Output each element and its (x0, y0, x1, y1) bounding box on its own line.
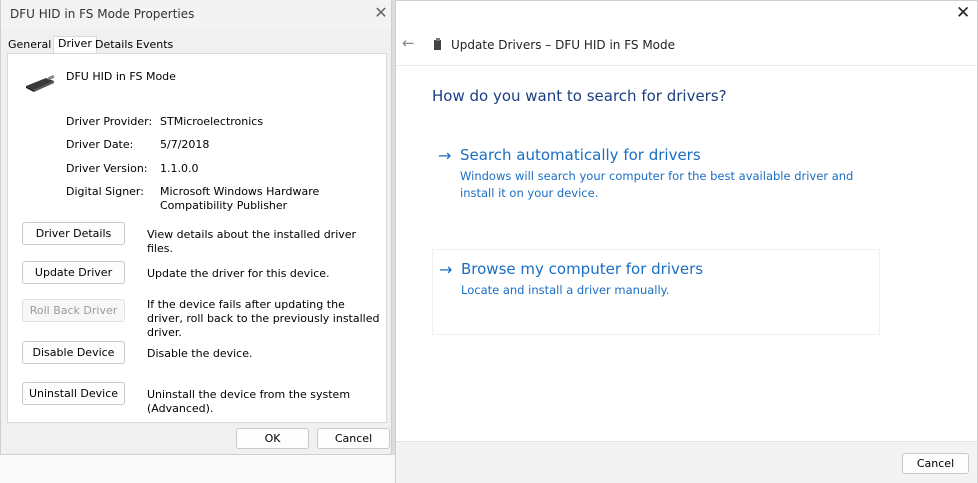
driver-details-desc: View details about the installed driver … (147, 228, 357, 255)
properties-dialog: DFU HID in FS Mode Properties ✕ General … (0, 0, 392, 455)
properties-title: DFU HID in FS Mode Properties (10, 7, 195, 21)
search-automatically-desc: Windows will search your computer for th… (460, 169, 854, 200)
ok-button[interactable]: OK (236, 428, 309, 449)
wizard-title: Update Drivers – DFU HID in FS Mode (451, 38, 676, 52)
roll-back-driver-button: Roll Back Driver (22, 299, 125, 322)
provider-label: Driver Provider: (66, 115, 153, 128)
usb-device-icon (26, 74, 55, 92)
back-arrow-icon[interactable]: ← (402, 34, 415, 52)
search-automatically-option[interactable]: → Search automatically for drivers Windo… (432, 146, 880, 216)
driver-tab-panel: DFU HID in FS Mode Driver Provider: STMi… (7, 53, 387, 423)
update-driver-button[interactable]: Update Driver (22, 261, 125, 284)
signer-value: Microsoft Windows Hardware Compatibility… (160, 185, 320, 212)
device-name: DFU HID in FS Mode (66, 70, 176, 83)
wizard-question: How do you want to search for drivers? (432, 87, 727, 105)
wizard-header: ← Update Drivers – DFU HID in FS Mode (396, 1, 977, 66)
signer-label: Digital Signer: (66, 185, 144, 198)
properties-cancel-button[interactable]: Cancel (317, 428, 390, 449)
browse-computer-desc: Locate and install a driver manually. (461, 283, 670, 297)
tab-general[interactable]: General (7, 38, 52, 51)
update-drivers-wizard: ← Update Drivers – DFU HID in FS Mode ✕ … (395, 0, 978, 483)
wizard-footer: Cancel (396, 441, 977, 483)
wizard-cancel-button[interactable]: Cancel (902, 453, 969, 474)
arrow-right-icon: → (438, 146, 452, 165)
tab-driver[interactable]: Driver (53, 36, 97, 54)
date-value: 5/7/2018 (160, 138, 210, 151)
close-icon[interactable]: ✕ (956, 3, 970, 23)
date-label: Driver Date: (66, 138, 134, 151)
browse-computer-option[interactable]: → Browse my computer for drivers Locate … (432, 249, 880, 335)
update-driver-desc: Update the driver for this device. (147, 267, 330, 280)
version-label: Driver Version: (66, 162, 148, 175)
disable-device-desc: Disable the device. (147, 347, 253, 360)
browse-computer-title: Browse my computer for drivers (461, 260, 704, 278)
provider-value: STMicroelectronics (160, 115, 264, 128)
background-window-strip (0, 455, 395, 483)
disable-device-button[interactable]: Disable Device (22, 341, 125, 364)
properties-titlebar: DFU HID in FS Mode Properties ✕ (1, 0, 391, 30)
search-automatically-title: Search automatically for drivers (460, 146, 701, 164)
arrow-right-icon: → (439, 260, 453, 279)
usb-device-icon (434, 38, 441, 50)
roll-back-driver-desc: If the device fails after updating the d… (147, 298, 380, 339)
tab-details[interactable]: Details (94, 38, 134, 51)
version-value: 1.1.0.0 (160, 162, 199, 175)
driver-details-button[interactable]: Driver Details (22, 222, 125, 245)
uninstall-device-button[interactable]: Uninstall Device (22, 382, 125, 405)
uninstall-device-desc: Uninstall the device from the system (Ad… (147, 388, 351, 415)
close-icon[interactable]: ✕ (373, 3, 389, 22)
tab-events[interactable]: Events (135, 38, 174, 51)
